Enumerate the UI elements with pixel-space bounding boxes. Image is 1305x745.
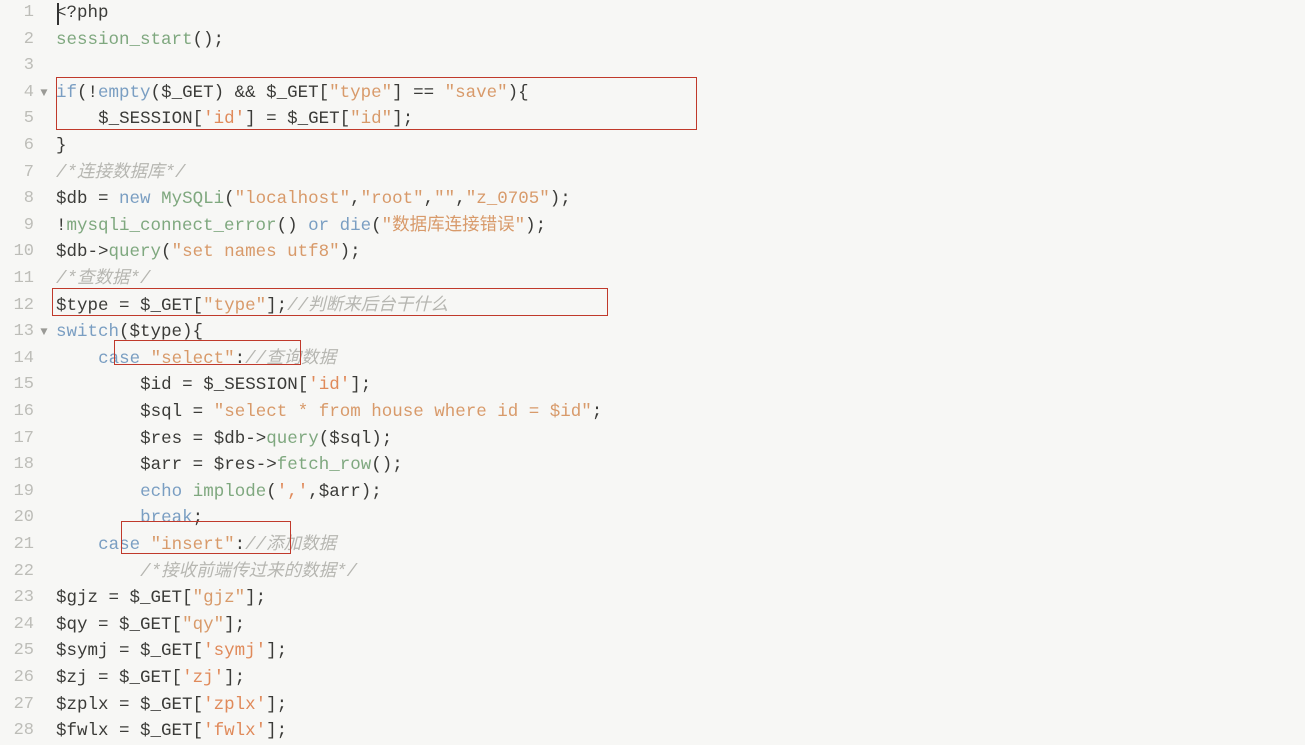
line-number: 5 bbox=[23, 109, 34, 129]
code-text: session_start(); bbox=[56, 29, 225, 50]
code-text: $arr = $res->fetch_row(); bbox=[140, 455, 403, 476]
code-text: break; bbox=[140, 508, 204, 529]
code-text: $zj = $_GET['zj']; bbox=[56, 668, 246, 688]
code-line[interactable]: 6} bbox=[0, 133, 1305, 160]
code-line[interactable]: 16 $sql = "select * from house where id =… bbox=[0, 399, 1305, 426]
line-number: 23 bbox=[13, 588, 34, 608]
code-line[interactable]: 10 $db->query("set names utf8"); bbox=[0, 239, 1305, 266]
line-number: 25 bbox=[13, 641, 34, 661]
text-caret bbox=[57, 3, 59, 25]
code-line[interactable]: 20 break; bbox=[0, 505, 1305, 532]
line-number: 28 bbox=[13, 721, 34, 741]
code-line[interactable]: 11 /*查数据*/ bbox=[0, 266, 1305, 293]
code-line[interactable]: 28 $fwlx = $_GET['fwlx']; bbox=[0, 718, 1305, 745]
code-line[interactable]: 13 ▼ switch($type){ bbox=[0, 319, 1305, 346]
line-number: 19 bbox=[13, 481, 34, 501]
code-line[interactable]: 21 case "insert"://添加数据 bbox=[0, 532, 1305, 559]
line-number: 11 bbox=[13, 269, 34, 288]
fold-arrow-icon[interactable]: ▼ bbox=[36, 319, 52, 346]
code-line[interactable]: 9 !mysqli_connect_error() or die("数据库连接错误… bbox=[0, 213, 1305, 240]
code-line[interactable]: 19 echo implode(',',$arr); bbox=[0, 479, 1305, 506]
line-number: 6 bbox=[23, 136, 34, 155]
line-number: 24 bbox=[13, 614, 34, 634]
code-text: if(!empty($_GET) && $_GET["type"] == "sa… bbox=[56, 82, 529, 103]
line-number: 20 bbox=[13, 508, 34, 528]
code-line[interactable]: 15 $id = $_SESSION['id']; bbox=[0, 372, 1305, 399]
line-number: 18 bbox=[13, 455, 34, 475]
line-number: 14 bbox=[13, 348, 34, 368]
line-number: 15 bbox=[13, 375, 34, 395]
line-number: 3 bbox=[23, 56, 34, 76]
code-line[interactable]: 22 /*接收前端传过来的数据*/ bbox=[0, 559, 1305, 586]
line-number: 1 bbox=[23, 3, 34, 22]
code-line[interactable]: 23 $gjz = $_GET["gjz"]; bbox=[0, 585, 1305, 612]
code-text: case "insert"://添加数据 bbox=[98, 535, 337, 555]
fold-arrow-icon[interactable]: ▼ bbox=[36, 80, 52, 107]
code-text: /*接收前端传过来的数据*/ bbox=[140, 561, 358, 582]
code-text: $id = $_SESSION['id']; bbox=[140, 375, 372, 396]
code-text: $_SESSION['id'] = $_GET["id"]; bbox=[98, 109, 414, 130]
code-text: $db->query("set names utf8"); bbox=[56, 242, 361, 263]
line-number: 27 bbox=[13, 694, 34, 714]
line-number: 22 bbox=[13, 561, 34, 581]
code-line[interactable]: 24 $qy = $_GET["qy"]; bbox=[0, 612, 1305, 639]
code-text: /*查数据*/ bbox=[56, 269, 151, 289]
code-text: switch($type){ bbox=[56, 322, 204, 343]
code-line[interactable]: 14 case "select"://查询数据 bbox=[0, 346, 1305, 373]
line-number: 16 bbox=[13, 402, 34, 421]
code-line[interactable]: 25 $symj = $_GET['symj']; bbox=[0, 638, 1305, 665]
line-number: 8 bbox=[23, 189, 34, 209]
code-text: } bbox=[56, 136, 67, 156]
code-text: $res = $db->query($sql); bbox=[140, 428, 393, 449]
code-line[interactable]: 26 $zj = $_GET['zj']; bbox=[0, 665, 1305, 692]
line-number: 21 bbox=[13, 535, 34, 554]
line-number: 13 bbox=[13, 322, 34, 342]
line-number: 12 bbox=[13, 295, 34, 315]
code-lines-container[interactable]: 1 <?php 2 session_start(); 3 4 ▼ if(!empty($_GE… bbox=[0, 0, 1305, 741]
code-line[interactable]: 4 ▼ if(!empty($_GET) && $_GET["type"] == "… bbox=[0, 80, 1305, 107]
code-text: $gjz = $_GET["gjz"]; bbox=[56, 588, 267, 609]
code-line[interactable]: 7 /*连接数据库*/ bbox=[0, 160, 1305, 187]
code-text: $qy = $_GET["qy"]; bbox=[56, 614, 246, 635]
code-line[interactable]: 12 $type = $_GET["type"];//判断来后台干什么 bbox=[0, 293, 1305, 320]
code-text: $type = $_GET["type"];//判断来后台干什么 bbox=[56, 295, 449, 316]
code-line[interactable]: 1 <?php bbox=[0, 0, 1305, 27]
code-text: /*连接数据库*/ bbox=[56, 162, 186, 183]
code-text: case "select"://查询数据 bbox=[98, 348, 337, 369]
code-line[interactable]: 17 $res = $db->query($sql); bbox=[0, 426, 1305, 453]
code-text: echo implode(',',$arr); bbox=[140, 481, 382, 502]
code-text: <?php bbox=[56, 3, 109, 23]
code-text: $db = new MySQLi("localhost","root","","… bbox=[56, 189, 571, 210]
code-editor[interactable]: 1 <?php 2 session_start(); 3 4 ▼ if(!empty($_GE… bbox=[0, 0, 1305, 741]
line-number: 10 bbox=[13, 242, 34, 262]
line-number: 7 bbox=[23, 162, 34, 182]
code-text: $sql = "select * from house where id = $… bbox=[140, 402, 603, 422]
line-number: 17 bbox=[13, 428, 34, 448]
line-number: 4 bbox=[23, 82, 34, 102]
line-number: 26 bbox=[13, 668, 34, 687]
code-text: $fwlx = $_GET['fwlx']; bbox=[56, 721, 288, 742]
code-line[interactable]: 27 $zplx = $_GET['zplx']; bbox=[0, 692, 1305, 719]
code-line[interactable]: 3 bbox=[0, 53, 1305, 80]
line-number: 9 bbox=[23, 215, 34, 235]
code-line[interactable]: 2 session_start(); bbox=[0, 27, 1305, 54]
code-line[interactable]: 5 $_SESSION['id'] = $_GET["id"]; bbox=[0, 106, 1305, 133]
code-line[interactable]: 18 $arr = $res->fetch_row(); bbox=[0, 452, 1305, 479]
code-line[interactable]: 8 $db = new MySQLi("localhost","root","",… bbox=[0, 186, 1305, 213]
code-text: !mysqli_connect_error() or die("数据库连接错误"… bbox=[56, 215, 547, 236]
code-text: $symj = $_GET['symj']; bbox=[56, 641, 288, 662]
line-number: 2 bbox=[23, 29, 34, 49]
code-text: $zplx = $_GET['zplx']; bbox=[56, 694, 288, 715]
